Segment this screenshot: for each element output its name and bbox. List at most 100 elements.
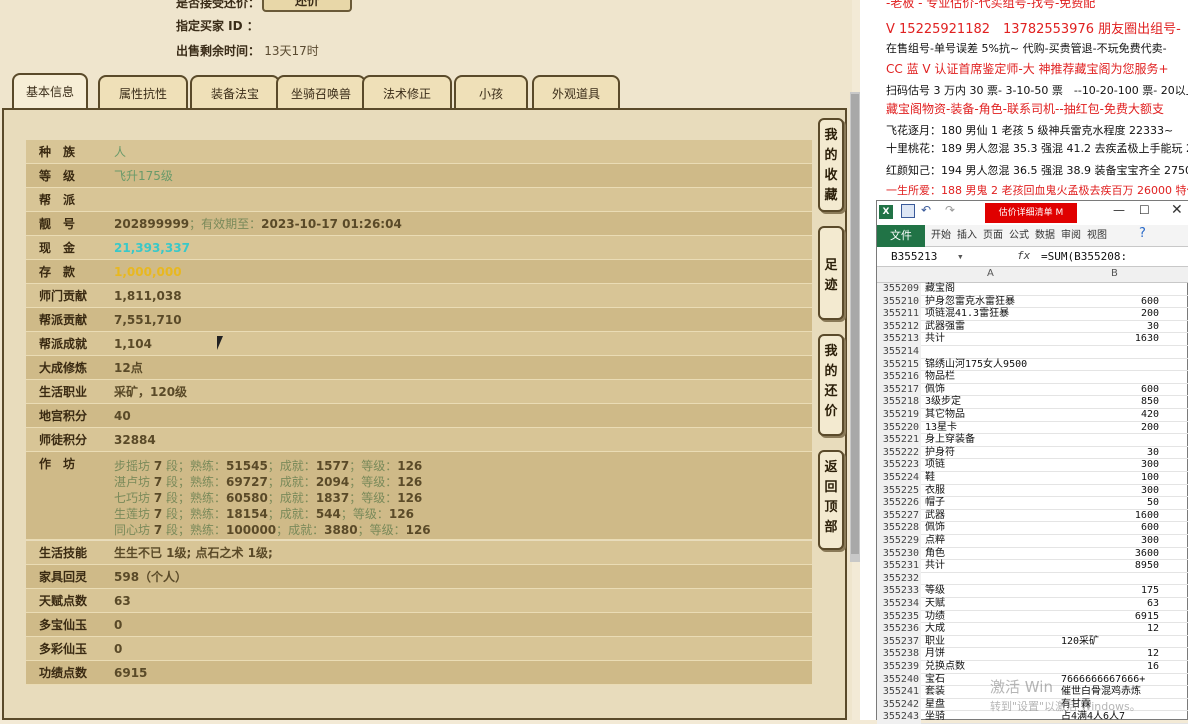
row-number[interactable]: 355233 [877,585,921,598]
cell-a[interactable]: 13星卡 [925,422,957,435]
cell-a[interactable]: 共计 [925,560,945,573]
cell-a[interactable]: 宝石 [925,674,945,687]
sheet-row[interactable]: 355212 武器强雷 30 [877,320,1188,334]
sheet-row[interactable]: 355229 点粹 300 [877,535,1188,548]
row-number[interactable]: 355217 [877,383,921,397]
page-scrollbar[interactable] [850,92,860,562]
row-number[interactable]: 355234 [877,598,921,611]
cell-a[interactable]: 星盘 [925,699,945,712]
sheet-row[interactable]: 355234 天赋 63 [877,598,1188,611]
row-number[interactable]: 355228 [877,522,921,535]
row-number[interactable]: 355211 [877,308,921,321]
function-icon[interactable]: fx [1017,249,1030,262]
cell-a[interactable]: 武器 [925,510,945,523]
ribbon-tab-data[interactable]: 数据 [1035,225,1055,247]
row-number[interactable]: 355223 [877,459,921,472]
row-number[interactable]: 355210 [877,295,921,309]
spreadsheet-grid[interactable]: 355209 藏宝阁 355210 护身忽雷克水雷狂暴 600 355211 项链混41.3… [877,283,1188,724]
cell-b[interactable]: 600 [1059,296,1159,309]
formula-input[interactable]: =SUM(B355208: [1041,250,1127,263]
row-number[interactable]: 355221 [877,434,921,447]
row-number[interactable]: 355209 [877,283,921,296]
cell-a[interactable]: 大成 [925,623,945,636]
sheet-row[interactable]: 355218 3级步定 850 [877,396,1188,409]
cell-a[interactable]: 3级步定 [925,396,961,409]
cell-a[interactable]: 物品栏 [925,371,955,384]
row-number[interactable]: 355243 [877,711,921,724]
cell-a[interactable]: 佩饰 [925,522,945,535]
cell-a[interactable]: 身上穿装备 [925,434,975,447]
column-b-header[interactable]: B [1111,268,1118,279]
sheet-row[interactable]: 355227 武器 1600 [877,509,1188,523]
tab-equipment[interactable]: 装备法宝 [190,75,280,109]
cell-a[interactable]: 藏宝阁 [925,283,955,296]
cell-b[interactable]: 300 [1059,485,1159,498]
cell-b[interactable]: 催世白骨混鸡赤炼 [1061,686,1141,699]
row-number[interactable]: 355242 [877,698,921,712]
sheet-row[interactable]: 355221 身上穿装备 [877,434,1188,447]
cell-a[interactable]: 项链 [925,459,945,472]
tab-spell-modifiers[interactable]: 法术修正 [362,75,452,109]
tab-basic-info[interactable]: 基本信息 [12,73,88,109]
cell-a[interactable]: 功绩 [925,611,945,624]
tab-children[interactable]: 小孩 [454,75,528,109]
sheet-row[interactable]: 355233 等级 175 [877,585,1188,598]
cell-b[interactable]: 50 [1059,497,1159,510]
cell-a[interactable]: 锦绣山河175女人9500 [925,359,1027,372]
row-number[interactable]: 355241 [877,686,921,699]
undo-icon[interactable]: ↶ [921,203,931,217]
cell-a[interactable]: 项链混41.3雷狂暴 [925,308,1009,321]
tab-mounts-summons[interactable]: 坐骑召唤兽 [276,75,366,109]
sheet-row[interactable]: 355214 [877,346,1188,359]
scrollbar-thumb[interactable] [851,94,859,554]
row-number[interactable]: 355212 [877,320,921,334]
name-box[interactable]: B355213 [891,250,937,263]
cell-b[interactable]: 300 [1059,535,1159,548]
sheet-row[interactable]: 355228 佩饰 600 [877,522,1188,535]
sheet-row[interactable]: 355237 职业 120采矿 [877,635,1188,649]
sheet-row[interactable]: 355223 项链 300 [877,459,1188,472]
cell-a[interactable]: 其它物品 [925,409,965,422]
row-number[interactable]: 355215 [877,358,921,372]
sheet-row[interactable]: 355235 功绩 6915 [877,610,1188,624]
sheet-row[interactable]: 355217 佩饰 600 [877,383,1188,397]
sheet-row[interactable]: 355226 帽子 50 [877,497,1188,510]
row-number[interactable]: 355238 [877,648,921,661]
row-number[interactable]: 355225 [877,484,921,498]
row-number[interactable]: 355240 [877,673,921,687]
sheet-row[interactable]: 355238 月饼 12 [877,648,1188,661]
cell-b[interactable]: 3600 [1059,548,1159,561]
sheet-row[interactable]: 355220 13星卡 200 [877,421,1188,435]
sheet-row[interactable]: 355230 角色 3600 [877,547,1188,561]
cell-b[interactable]: 8950 [1059,560,1159,573]
ribbon-tab-insert[interactable]: 插入 [957,225,977,247]
row-number[interactable]: 355232 [877,572,921,586]
row-number[interactable]: 355216 [877,371,921,384]
column-a-header[interactable]: A [987,268,994,279]
sheet-row[interactable]: 355219 其它物品 420 [877,409,1188,422]
tab-appearance[interactable]: 外观道具 [532,75,620,109]
row-number[interactable]: 355236 [877,623,921,636]
cell-b[interactable]: 120采矿 [1061,636,1099,649]
row-number[interactable]: 355219 [877,409,921,422]
row-number[interactable]: 355224 [877,472,921,485]
cell-a[interactable]: 点粹 [925,535,945,548]
ribbon-tab-review[interactable]: 审阅 [1061,225,1081,247]
cell-b[interactable]: 100 [1059,472,1159,485]
cell-a[interactable]: 天赋 [925,598,945,611]
sheet-row[interactable]: 355210 护身忽雷克水雷狂暴 600 [877,295,1188,309]
row-number[interactable]: 355231 [877,560,921,573]
sheet-row[interactable]: 355236 大成 12 [877,623,1188,636]
cell-a[interactable]: 共计 [925,333,945,346]
ribbon-tab-home[interactable]: 开始 [931,225,951,247]
cell-b[interactable]: 30 [1059,447,1159,460]
row-number[interactable]: 355222 [877,446,921,460]
row-number[interactable]: 355239 [877,661,921,674]
sheet-row[interactable]: 355232 [877,572,1188,586]
back-to-top-button[interactable]: 返回顶部 [818,450,844,550]
cell-b[interactable]: 600 [1059,522,1159,535]
cell-a[interactable]: 套装 [925,686,945,699]
sheet-row[interactable]: 355239 兑换点数 16 [877,661,1188,674]
sheet-row[interactable]: 355225 衣服 300 [877,484,1188,498]
sheet-row[interactable]: 355211 项链混41.3雷狂暴 200 [877,308,1188,321]
